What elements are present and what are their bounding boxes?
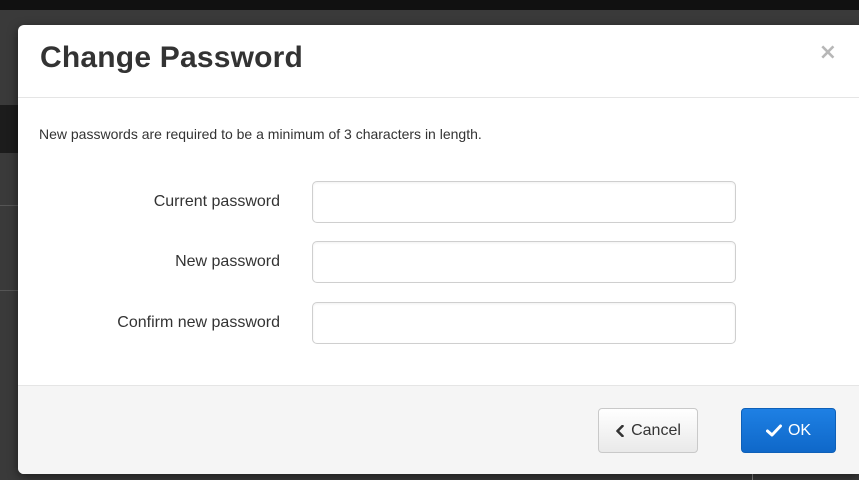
dialog-title: Change Password (40, 41, 304, 74)
confirm-password-input[interactable] (312, 302, 736, 344)
current-password-input[interactable] (312, 181, 736, 223)
cancel-button-label: Cancel (631, 421, 681, 439)
cancel-button[interactable]: Cancel (598, 408, 698, 453)
current-password-label: Current password (153, 193, 280, 210)
form-row-new-password: New password (18, 241, 859, 285)
dialog-footer: Cancel OK (18, 385, 859, 474)
password-requirements-text: New passwords are required to be a minim… (39, 126, 482, 142)
background-divider (0, 290, 20, 291)
ok-button-label: OK (787, 421, 812, 439)
change-password-dialog: Change Password × New passwords are requ… (18, 25, 859, 474)
form-row-confirm-password: Confirm new password (18, 302, 859, 346)
ok-button[interactable]: OK (741, 408, 836, 453)
checkmark-icon (765, 424, 782, 437)
confirm-password-label: Confirm new password (117, 314, 280, 331)
background-topbar (0, 0, 859, 10)
form-row-current-password: Current password (18, 181, 859, 225)
background-divider (0, 205, 20, 206)
dialog-header: Change Password × (18, 25, 859, 98)
background-navbar (0, 105, 20, 153)
close-icon[interactable]: × (819, 42, 837, 64)
new-password-label: New password (175, 253, 280, 270)
chevron-left-icon (615, 424, 625, 437)
new-password-input[interactable] (312, 241, 736, 283)
